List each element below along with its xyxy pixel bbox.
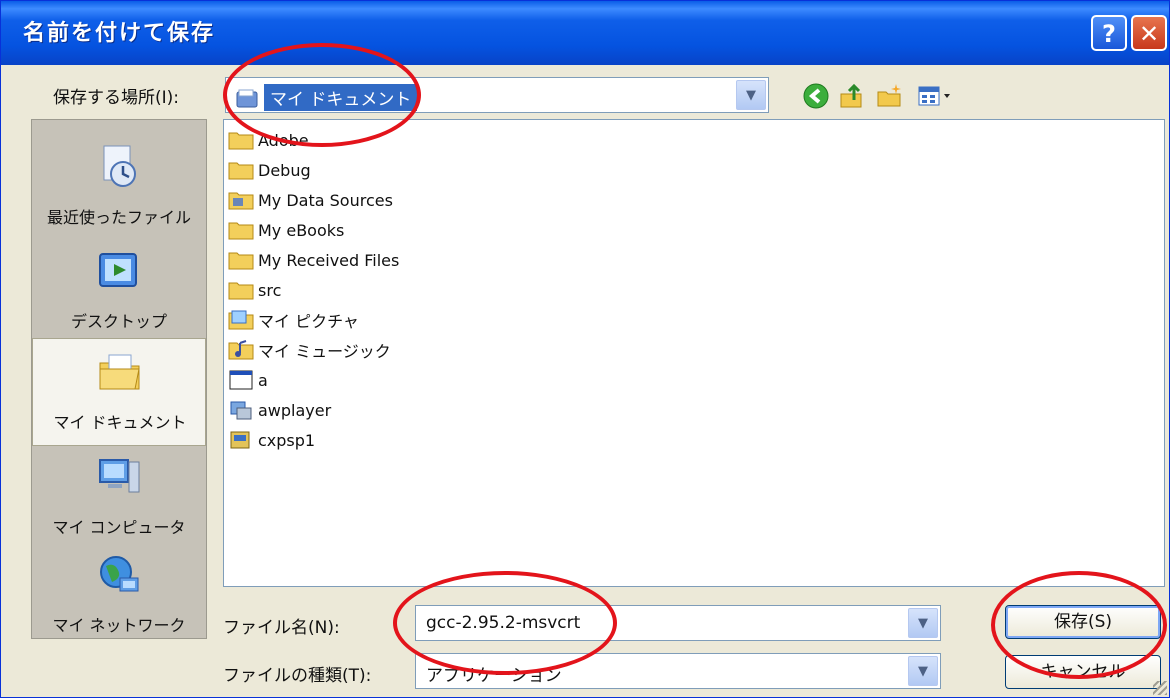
file-name: Debug <box>258 160 311 180</box>
place-my-computer[interactable]: マイ コンピュータ <box>32 444 206 552</box>
place-recent[interactable]: 最近使ったファイル <box>32 134 206 242</box>
data-sources-folder-icon <box>228 192 254 210</box>
my-documents-icon <box>99 354 140 390</box>
installer-icon <box>230 431 250 449</box>
save-in-label: 保存する場所(I): <box>53 88 180 108</box>
annotation-ring-location <box>223 43 421 147</box>
place-label: デスクトップ <box>70 312 167 331</box>
file-name: a <box>258 370 268 390</box>
new-folder-icon[interactable] <box>873 79 907 113</box>
place-label: マイ ドキュメント <box>53 413 187 432</box>
file-type-label: ファイルの種類(T): <box>223 666 372 686</box>
recent-documents-icon <box>103 145 136 187</box>
help-button[interactable]: ? <box>1091 15 1127 51</box>
chevron-down-icon[interactable]: ▼ <box>908 656 938 686</box>
places-bar: 最近使ったファイル デスクトップ マイ ドキュメント マイ コンピュータ マイ … <box>31 119 207 639</box>
my-network-icon <box>100 556 139 592</box>
list-item[interactable]: src <box>228 276 281 304</box>
chevron-down-icon[interactable]: ▼ <box>908 608 938 638</box>
file-name-label: ファイル名(N): <box>223 618 340 638</box>
list-item[interactable]: My eBooks <box>228 216 344 244</box>
folder-icon <box>228 282 254 300</box>
list-item[interactable]: Debug <box>228 156 311 184</box>
folder-icon <box>228 222 254 240</box>
application-window-icon <box>229 370 253 390</box>
annotation-ring-filename <box>393 571 617 675</box>
file-name: My eBooks <box>258 220 345 240</box>
dialog-title: 名前を付けて保存 <box>23 21 216 46</box>
title-bar[interactable]: 名前を付けて保存 ? ✕ <box>1 1 1169 65</box>
file-name: src <box>258 280 282 300</box>
list-item[interactable]: マイ ミュージック <box>228 336 391 364</box>
up-folder-icon[interactable] <box>835 79 869 113</box>
file-name: awplayer <box>258 400 332 420</box>
application-icon <box>230 401 252 420</box>
resize-grip[interactable] <box>1153 681 1167 695</box>
pictures-folder-icon <box>228 310 254 330</box>
place-label: マイ ネットワーク <box>52 616 186 635</box>
file-name: マイ ピクチャ <box>258 312 359 331</box>
file-name: My Received Files <box>258 250 400 270</box>
place-my-documents[interactable]: マイ ドキュメント <box>32 338 206 446</box>
folder-icon <box>228 162 254 180</box>
desktop-icon <box>99 253 137 287</box>
music-folder-icon <box>228 340 254 360</box>
file-name: マイ ミュージック <box>258 342 391 361</box>
folder-icon <box>228 252 254 270</box>
list-item[interactable]: awplayer <box>228 396 331 424</box>
views-menu-icon[interactable] <box>913 79 959 113</box>
my-computer-icon <box>99 459 140 493</box>
list-item[interactable]: マイ ピクチャ <box>228 306 359 334</box>
list-item[interactable]: cxpsp1 <box>228 426 315 454</box>
place-my-network[interactable]: マイ ネットワーク <box>32 542 206 650</box>
file-name: cxpsp1 <box>258 430 316 450</box>
file-name: My Data Sources <box>258 190 393 210</box>
place-desktop[interactable]: デスクトップ <box>32 238 206 346</box>
back-icon[interactable] <box>799 79 833 113</box>
place-label: マイ コンピュータ <box>52 518 186 537</box>
file-list[interactable]: Adobe Debug My Data Sources My eBooks My… <box>223 119 1165 587</box>
folder-icon <box>228 132 254 150</box>
save-as-dialog: 名前を付けて保存 ? ✕ 保存する場所(I): マイ ドキュメント ▼ 最近使っ… <box>0 0 1170 698</box>
list-item[interactable]: a <box>228 366 268 394</box>
chevron-down-icon[interactable]: ▼ <box>736 80 766 110</box>
list-item[interactable]: My Received Files <box>228 246 399 274</box>
place-label: 最近使ったファイル <box>46 208 191 227</box>
annotation-ring-save <box>991 571 1167 679</box>
close-button[interactable]: ✕ <box>1131 15 1167 51</box>
list-item[interactable]: My Data Sources <box>228 186 393 214</box>
